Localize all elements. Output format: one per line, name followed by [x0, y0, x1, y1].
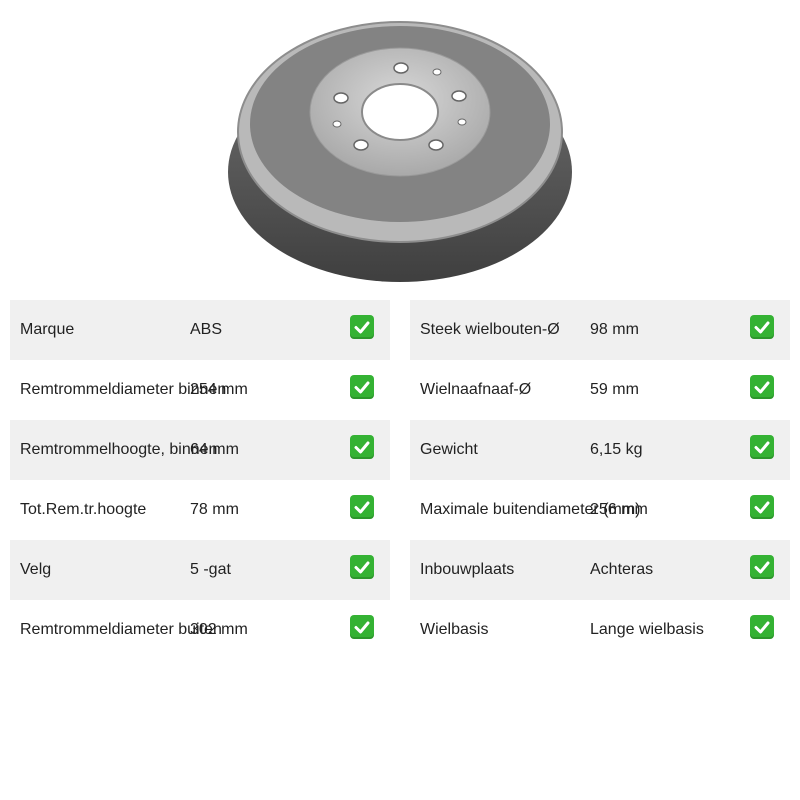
- spec-label: Velg: [20, 561, 52, 578]
- spec-value: 302 mm: [190, 621, 248, 638]
- check-icon: [350, 495, 374, 519]
- spec-value: 78 mm: [190, 501, 239, 518]
- spec-label: Steek wielbouten-Ø: [420, 321, 560, 338]
- spec-label: Wielnaafnaaf-Ø: [420, 381, 532, 398]
- spec-value: 64 mm: [190, 441, 239, 458]
- spec-row: Remtrommeldiameter buiten 302 mm: [10, 600, 390, 660]
- spec-label: Inbouwplaats: [420, 561, 515, 578]
- check-icon: [750, 315, 774, 339]
- spec-table-left: Marque ABS Remtrommeldiameter binnen 254 mm…: [10, 300, 390, 660]
- check-icon: [350, 615, 374, 639]
- spec-row: Velg 5 -gat: [10, 540, 390, 600]
- spec-row: Wielbasis Lange wielbasis: [410, 600, 790, 660]
- check-icon: [350, 435, 374, 459]
- check-icon: [750, 615, 774, 639]
- check-icon: [750, 495, 774, 519]
- spec-value: 256 mm: [590, 501, 648, 518]
- spec-value: 5 -gat: [190, 561, 231, 578]
- spec-value: 254 mm: [190, 381, 248, 398]
- spec-table-right: Steek wielbouten-Ø 98 mm Wielnaafnaaf-Ø 59 …: [410, 300, 790, 660]
- spec-label: Remtrommelhoogte, binnen: [20, 441, 218, 458]
- check-icon: [750, 375, 774, 399]
- spec-row: Inbouwplaats Achteras: [410, 540, 790, 600]
- spec-label: Marque: [20, 321, 75, 338]
- check-icon: [350, 555, 374, 579]
- spec-value: Achteras: [590, 561, 654, 578]
- spec-row: Marque ABS: [10, 300, 390, 360]
- check-icon: [750, 435, 774, 459]
- spec-label: Gewicht: [420, 441, 478, 458]
- spec-value: ABS: [190, 321, 223, 338]
- check-icon: [350, 315, 374, 339]
- spec-value: 98 mm: [590, 321, 639, 338]
- spec-label: Wielbasis: [420, 621, 489, 638]
- check-icon: [750, 555, 774, 579]
- check-icon: [350, 375, 374, 399]
- spec-row: Remtrommeldiameter binnen 254 mm: [10, 360, 390, 420]
- brake-drum-image: [228, 21, 572, 282]
- spec-value: 6,15 kg: [590, 441, 643, 458]
- spec-label: Tot.Rem.tr.hoogte: [20, 501, 147, 518]
- spec-value: 59 mm: [590, 381, 639, 398]
- spec-row: Maximale buitendiameter (mm) 256 mm: [410, 480, 790, 540]
- spec-row: Gewicht 6,15 kg: [410, 420, 790, 480]
- spec-value: Lange wielbasis: [590, 621, 704, 638]
- spec-row: Remtrommelhoogte, binnen 64 mm: [10, 420, 390, 480]
- spec-row: Wielnaafnaaf-Ø 59 mm: [410, 360, 790, 420]
- spec-row: Tot.Rem.tr.hoogte 78 mm: [10, 480, 390, 540]
- spec-row: Steek wielbouten-Ø 98 mm: [410, 300, 790, 360]
